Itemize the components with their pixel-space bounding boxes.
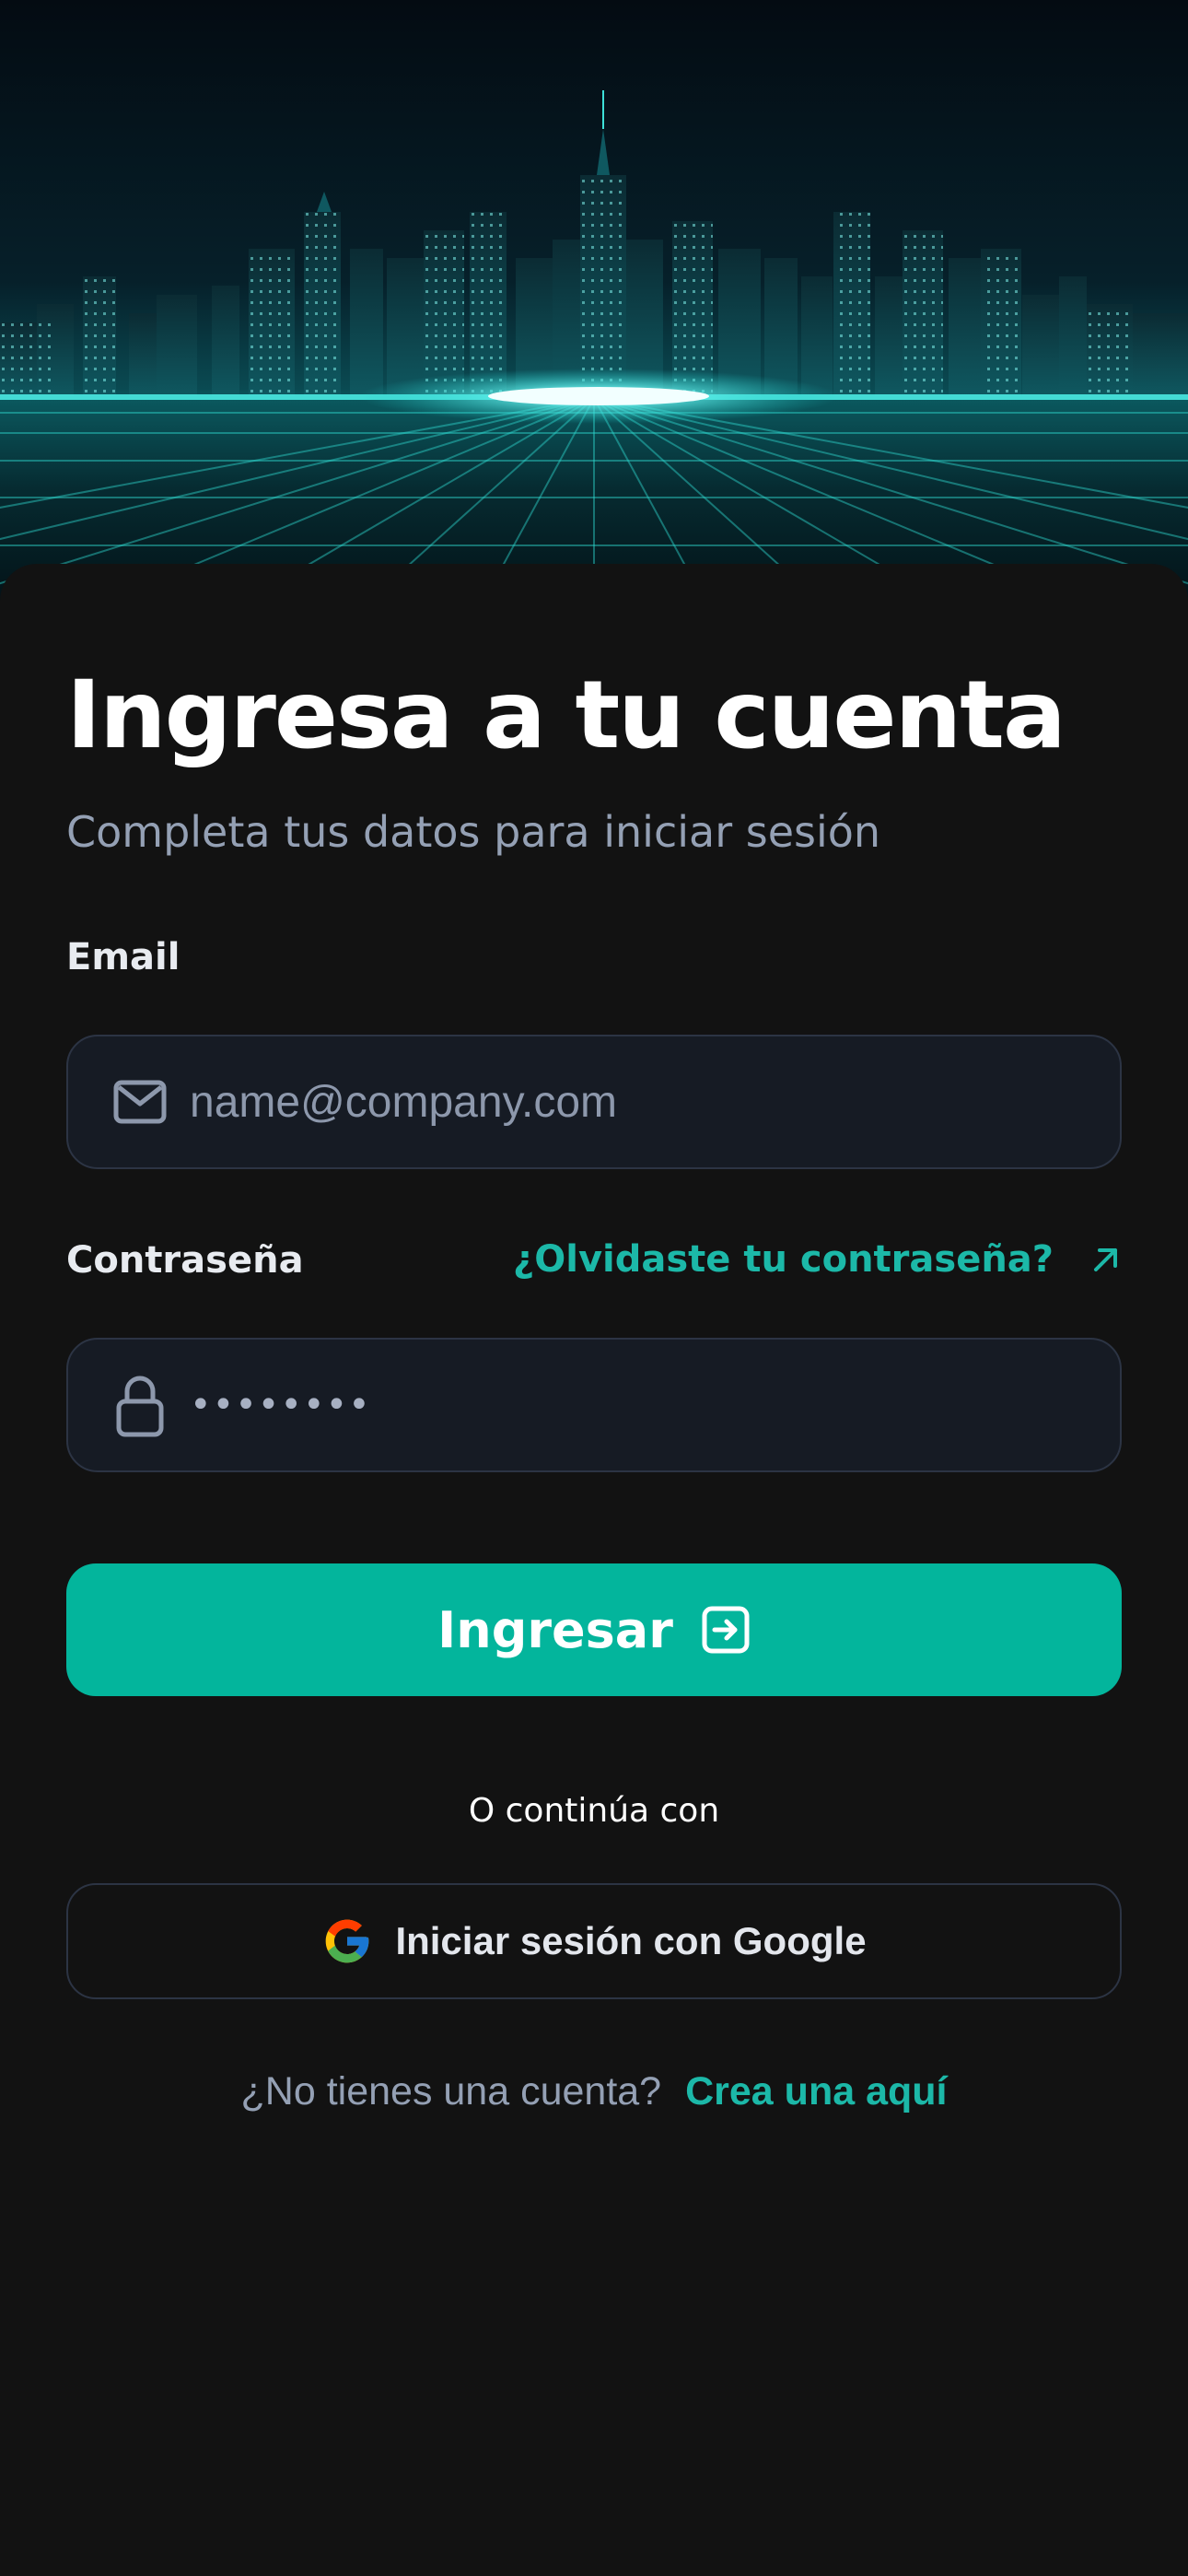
page-title: Ingresa a tu cuenta [66, 661, 1066, 770]
password-label: Contraseña [66, 1239, 304, 1282]
login-button[interactable]: Ingresar [66, 1563, 1122, 1696]
signup-prompt: ¿No tienes una cuenta? Crea una aquí [0, 2069, 1188, 2114]
password-input[interactable]: •••••••• [190, 1384, 371, 1426]
login-screen: Ingresa a tu cuenta Completa tus datos p… [0, 0, 1188, 2576]
email-field[interactable] [66, 1035, 1122, 1169]
forgot-password-link[interactable]: ¿Olvidaste tu contraseña? [513, 1238, 1122, 1281]
page-subtitle: Completa tus datos para iniciar sesión [66, 807, 881, 857]
mail-icon [112, 1074, 168, 1130]
google-signin-button[interactable]: Iniciar sesión con Google [66, 1883, 1122, 1999]
email-input[interactable] [190, 1076, 1120, 1128]
forgot-password-text: ¿Olvidaste tu contraseña? [513, 1238, 1054, 1281]
login-button-label: Ingresar [437, 1600, 673, 1659]
divider-text: O continúa con [468, 1792, 720, 1830]
email-label: Email [66, 936, 181, 978]
login-arrow-icon [701, 1605, 751, 1655]
lock-icon [112, 1376, 168, 1437]
password-field[interactable]: •••••••• [66, 1338, 1122, 1472]
google-logo-icon [321, 1915, 373, 1967]
google-signin-label: Iniciar sesión con Google [395, 1919, 867, 1962]
create-account-link[interactable]: Crea una aquí [685, 2069, 947, 2114]
login-card: Ingresa a tu cuenta Completa tus datos p… [0, 564, 1188, 2576]
arrow-up-right-icon [1090, 1244, 1122, 1275]
hero-image [0, 0, 1188, 626]
no-account-text: ¿No tienes una cuenta? [240, 2069, 662, 2113]
